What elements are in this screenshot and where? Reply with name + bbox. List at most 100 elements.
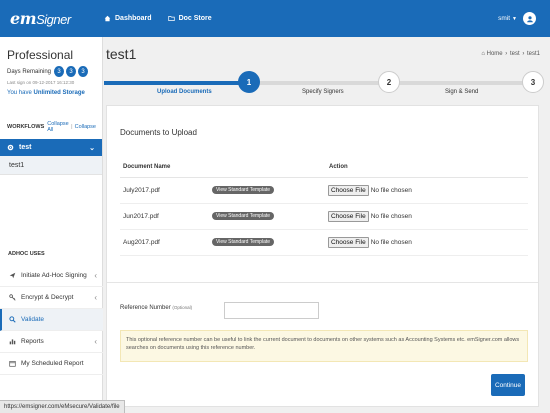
chevron-left-icon: ‹ [94, 337, 97, 346]
breadcrumb-separator: › [522, 51, 525, 57]
breadcrumb-workflow[interactable]: test [510, 51, 520, 57]
step-number: 3 [530, 77, 536, 87]
nav-doc-store[interactable]: Doc Store [167, 15, 212, 22]
step-3-circle[interactable]: 3 [522, 71, 544, 93]
step-2-label: Specify Signers [302, 89, 344, 95]
no-file-chosen: No file chosen [370, 213, 412, 220]
view-template-button[interactable]: View Standard Template [212, 238, 275, 246]
workflow-item-label: test [19, 144, 32, 151]
table-row: Jun2017.pdf View Standard Template Choos… [120, 204, 528, 230]
breadcrumb-separator: › [505, 51, 508, 57]
step-number: 1 [246, 77, 252, 87]
file-input[interactable]: Choose File No file chosen [328, 185, 412, 196]
status-bar-url: https://emsigner.com/eMsecure/Validate/f… [0, 400, 125, 413]
folder-icon [167, 16, 175, 21]
workflow-item-test[interactable]: test ⌄ [0, 139, 102, 156]
step-3-label: Sign & Send [445, 89, 479, 95]
adhoc-uses-title: ADHOC USES [8, 251, 45, 257]
send-icon [8, 272, 16, 280]
workflows-header: WORKFLOWS Collapse All | Collapse [0, 96, 102, 133]
days-remaining: Days Remaining 3 3 3 [7, 66, 96, 77]
progress-steps: 1 2 3 [104, 64, 550, 104]
plan-info: Professional Days Remaining 3 3 3 Last s… [0, 37, 102, 96]
user-name: smit [498, 15, 511, 22]
logo-text-sub: Signer [36, 12, 71, 27]
avatar[interactable] [523, 12, 536, 25]
last-signin: Last sign on 09-12-2017 16:12:30 [7, 80, 75, 85]
reference-number-input[interactable] [224, 302, 319, 319]
choose-file-button[interactable]: Choose File [328, 237, 369, 248]
file-input[interactable]: Choose File No file chosen [328, 237, 412, 248]
optional-tag: (Optional) [172, 305, 193, 310]
user-menu[interactable]: smit ▼ [498, 12, 536, 25]
menu-item-scheduled-report[interactable]: My Scheduled Report [0, 353, 103, 375]
days-remaining-label: Days Remaining [7, 68, 52, 75]
menu-item-reports[interactable]: Reports ‹ [0, 331, 103, 353]
documents-table-header: Document Name Action [120, 164, 528, 178]
menu-item-label: Initiate Ad-Hoc Signing [21, 272, 87, 279]
main-content: test1 ⌂ Home › test › test1 1 2 3 Upload… [104, 37, 550, 413]
chevron-left-icon: ‹ [94, 271, 97, 280]
collapse-all-link[interactable]: Collapse All [47, 121, 69, 133]
home-icon [104, 15, 111, 22]
storage-value: Unlimited Storage [33, 90, 85, 96]
adhoc-menu: Initiate Ad-Hoc Signing ‹ Encrypt & Decr… [0, 265, 103, 375]
app-logo[interactable]: emSigner [0, 9, 88, 28]
chevron-left-icon: ‹ [94, 293, 97, 302]
search-icon [8, 316, 16, 324]
nav-dashboard-label: Dashboard [115, 15, 152, 22]
card-title: Documents to Upload [120, 128, 197, 137]
storage-prefix: You have [7, 90, 32, 96]
step-2-circle[interactable]: 2 [378, 71, 400, 93]
table-row: Aug2017.pdf View Standard Template Choos… [120, 230, 528, 256]
section-divider [107, 282, 538, 283]
step-1-circle[interactable]: 1 [238, 71, 260, 93]
days-digit: 3 [78, 66, 89, 77]
workflow-subitem-label: test1 [9, 161, 25, 169]
bar-chart-icon [8, 338, 16, 346]
upload-documents-card: Documents to Upload Document Name Action… [106, 105, 539, 407]
breadcrumb-current: test1 [526, 51, 540, 57]
choose-file-button[interactable]: Choose File [328, 211, 369, 222]
workflows-title: WORKFLOWS [7, 124, 45, 130]
menu-item-label: Encrypt & Decrypt [21, 294, 74, 301]
step-number: 2 [386, 77, 392, 87]
reference-number-label: Reference Number (Optional) [120, 305, 192, 311]
menu-item-validate[interactable]: Validate [0, 309, 103, 331]
document-name: Jun2017.pdf [123, 213, 159, 220]
menu-item-label: Validate [21, 316, 45, 323]
chevron-down-icon: ▼ [512, 15, 517, 22]
gear-icon [7, 144, 14, 151]
menu-item-label: My Scheduled Report [21, 360, 84, 367]
menu-item-encrypt-decrypt[interactable]: Encrypt & Decrypt ‹ [0, 287, 103, 309]
logo-text-main: em [10, 9, 37, 28]
days-digit: 3 [66, 66, 77, 77]
plan-title: Professional [7, 48, 74, 62]
view-template-button[interactable]: View Standard Template [212, 212, 275, 220]
sidebar: Professional Days Remaining 3 3 3 Last s… [0, 37, 103, 413]
breadcrumb-home[interactable]: Home [487, 51, 503, 57]
no-file-chosen: No file chosen [370, 239, 412, 246]
progress-track-done [104, 81, 244, 85]
chevron-down-icon: ⌄ [89, 144, 95, 152]
user-icon [526, 15, 533, 22]
workflow-subitem-test1[interactable]: test1 [0, 156, 102, 175]
nav-dashboard[interactable]: Dashboard [104, 15, 152, 22]
page-title: test1 [106, 46, 137, 62]
view-template-button[interactable]: View Standard Template [212, 186, 275, 194]
reference-number-text: Reference Number [120, 305, 171, 311]
separator: | [71, 124, 73, 130]
menu-item-label: Reports [21, 338, 44, 345]
menu-item-initiate-adhoc[interactable]: Initiate Ad-Hoc Signing ‹ [0, 265, 103, 287]
choose-file-button[interactable]: Choose File [328, 185, 369, 196]
home-icon: ⌂ [481, 51, 485, 57]
file-input[interactable]: Choose File No file chosen [328, 211, 412, 222]
column-action: Action [329, 164, 348, 170]
collapse-link[interactable]: Collapse [75, 124, 96, 130]
key-icon [8, 294, 16, 302]
nav-doc-store-label: Doc Store [178, 15, 212, 22]
no-file-chosen: No file chosen [370, 187, 412, 194]
continue-button[interactable]: Continue [491, 374, 525, 396]
document-name: Aug2017.pdf [123, 239, 160, 246]
column-document-name: Document Name [123, 164, 171, 170]
